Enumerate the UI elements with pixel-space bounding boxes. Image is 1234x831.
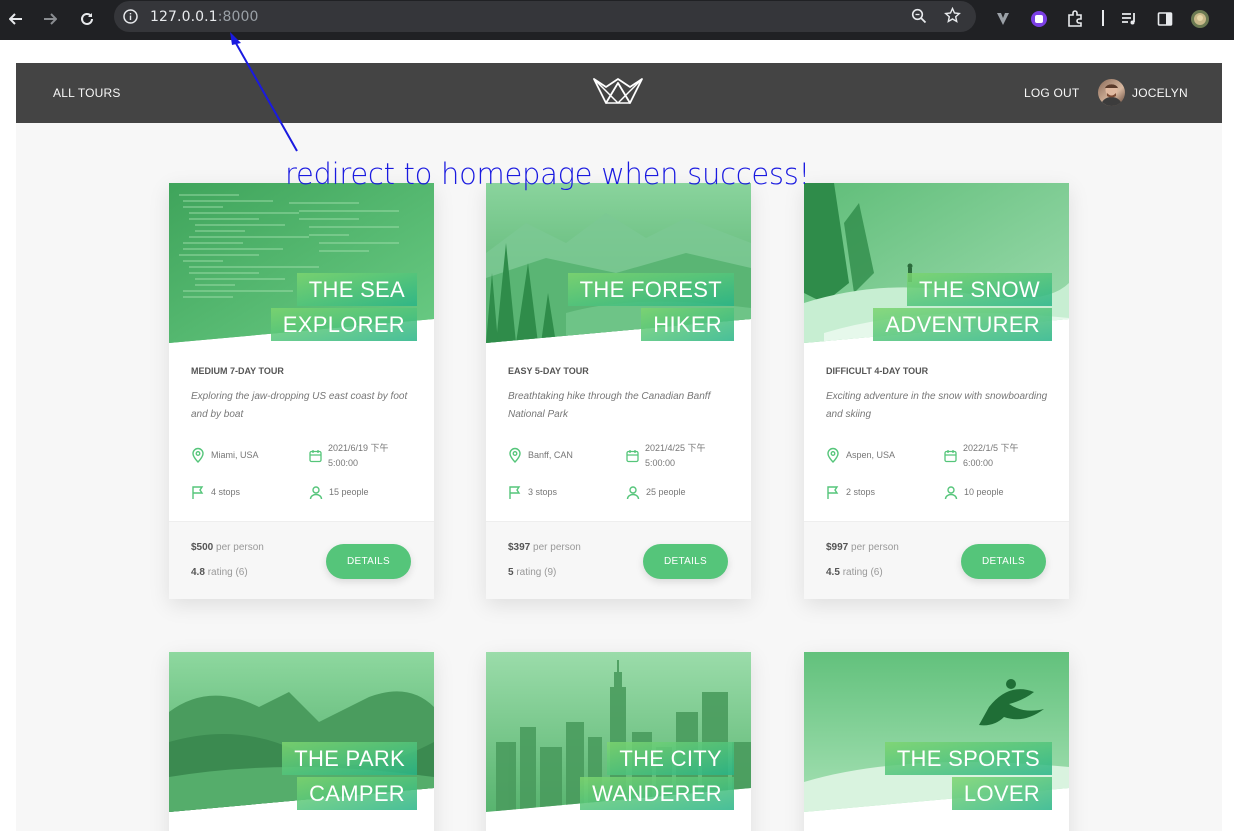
annotation-text: redirect to homepage when success!	[285, 157, 810, 191]
annotation-arrow	[230, 32, 298, 152]
